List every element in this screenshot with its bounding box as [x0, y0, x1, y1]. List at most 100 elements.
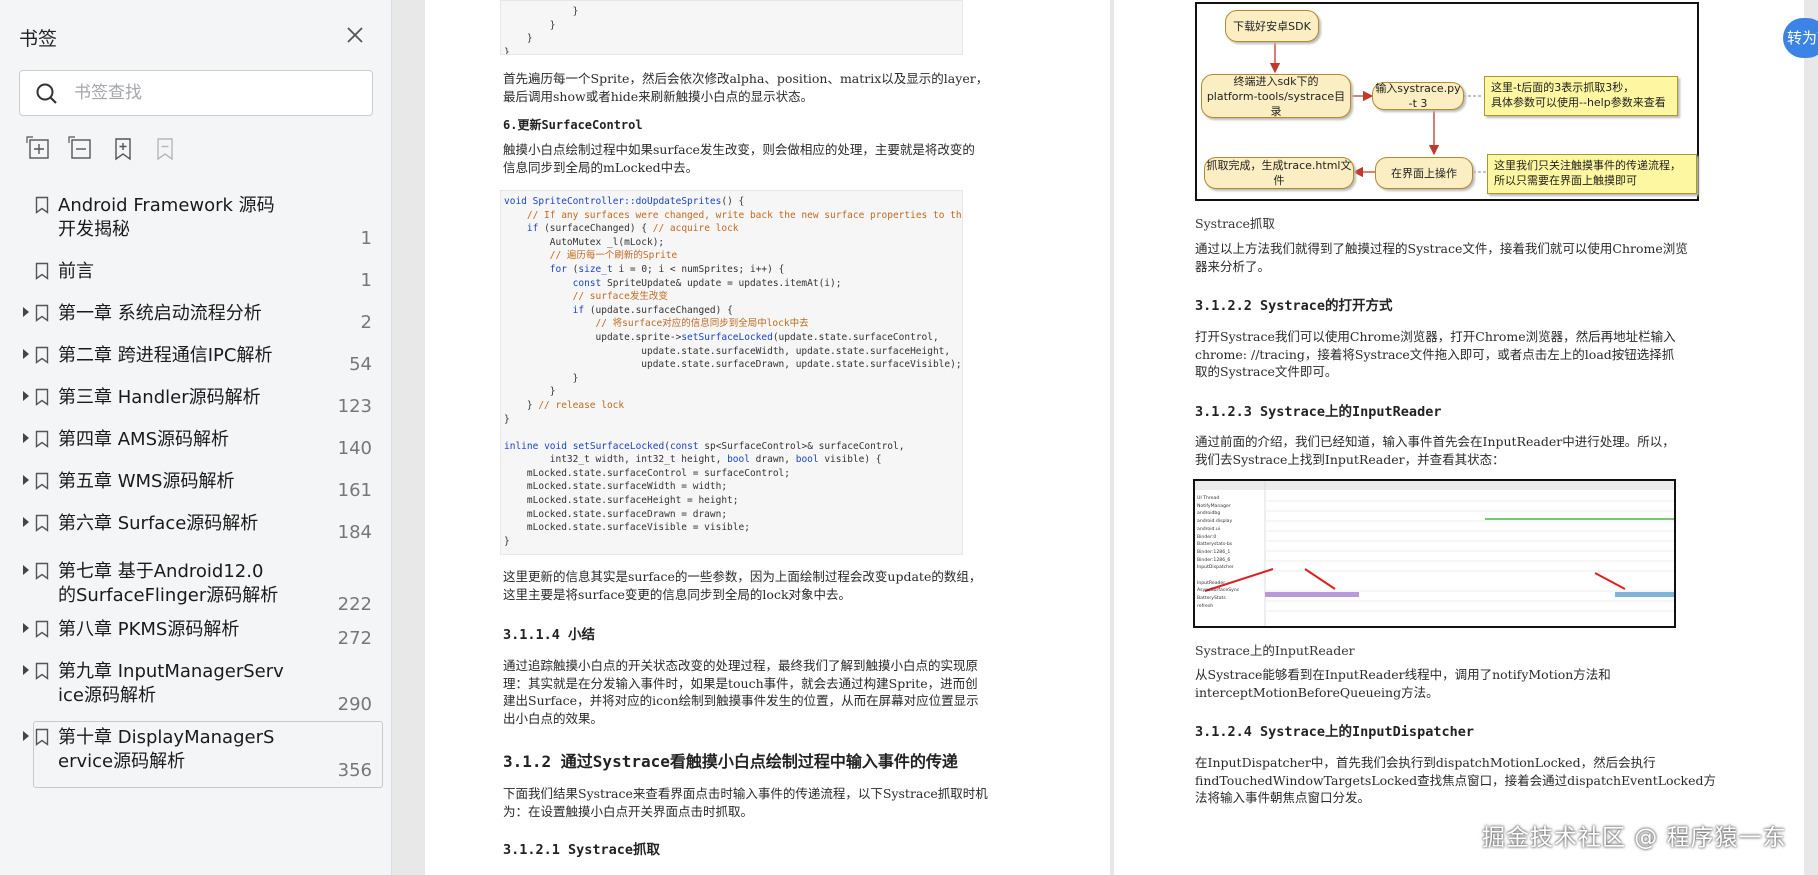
bookmark-page-number: 290 [337, 694, 372, 715]
paragraph: 打开Systrace我们可以使用Chrome浏览器，打开Chrome浏览器，然后… [1195, 329, 1676, 379]
bookmark-page-number: 123 [337, 396, 372, 417]
paragraph: 通过前面的介绍，我们已经知道，输入事件首先会在InputReader中进行处理。… [1195, 434, 1675, 467]
bookmark-search-input[interactable] [74, 80, 354, 106]
flow-note: 这里-t后面的3表示抓取3秒， 具体参数可以使用--help参数来查看 [1484, 76, 1678, 116]
remove-bookmark-icon[interactable] [152, 136, 178, 162]
trace-thread-label: android.display [1197, 519, 1233, 525]
bookmark-item[interactable]: 第四章 AMS源码解析 140 [0, 424, 392, 459]
section-heading: 3.1.2.4 Systrace上的InputDispatcher [1195, 724, 1474, 740]
bookmark-icon [35, 346, 49, 364]
bookmark-item[interactable]: 前言 1 [0, 256, 392, 291]
collapse-all-icon[interactable] [68, 136, 94, 162]
trace-thread-label: UI Thread [1197, 496, 1220, 501]
bookmark-page-number: 356 [337, 760, 372, 781]
bookmark-title: 第六章 Surface源码解析 [58, 513, 259, 534]
bookmark-title: 第一章 系统启动流程分析 [58, 303, 262, 324]
close-icon[interactable] [342, 22, 368, 48]
bookmark-icon [35, 728, 49, 746]
bookmark-icon [35, 262, 49, 280]
trace-thread-label: Binder:0 [1197, 534, 1217, 540]
bookmark-item[interactable]: 第二章 跨进程通信IPC解析 54 [0, 340, 392, 375]
bookmarks-sidebar: 书签 Android Framework 源码 开发揭秘1前言1第 [0, 0, 392, 875]
flow-node: 抓取完成，生成trace.html文件 [1204, 157, 1354, 189]
figure-caption: Systrace抓取 [1195, 216, 1275, 231]
bookmark-icon [35, 514, 49, 532]
bookmark-icon [35, 430, 49, 448]
expand-arrow-icon[interactable] [20, 563, 32, 577]
section-heading: 3.1.2.2 Systrace的打开方式 [1195, 298, 1393, 314]
bookmark-item[interactable]: 第八章 PKMS源码解析 272 [0, 614, 392, 649]
convert-to-word-button[interactable]: 转为W [1783, 18, 1818, 58]
bookmark-page-number: 140 [337, 438, 372, 459]
bookmark-icon [35, 304, 49, 322]
code-block-main: void SpriteController::doUpdateSprites()… [500, 190, 963, 555]
systrace-flowchart: 下载好安卓SDK 终端进入sdk下的 platform-tools/systra… [1195, 2, 1699, 201]
expand-arrow-icon[interactable] [20, 729, 32, 743]
bookmark-title: Android Framework 源码 开发揭秘 [58, 195, 275, 240]
bookmark-item[interactable]: 第三章 Handler源码解析 123 [0, 382, 392, 417]
paragraph: 通过追踪触摸小白点的开关状态改变的处理过程，最终我们了解到触摸小白点的实现原 理… [503, 658, 979, 726]
trace-thread-label: androidbg [1197, 511, 1221, 517]
expand-arrow-icon[interactable] [20, 663, 32, 677]
bookmark-page-number: 161 [337, 480, 372, 501]
bookmark-title: 第十章 DisplayManagerS ervice源码解析 [58, 727, 275, 772]
expand-arrow-icon[interactable] [20, 389, 32, 403]
expand-arrow-icon[interactable] [20, 621, 32, 635]
bookmark-title: 第三章 Handler源码解析 [58, 387, 261, 408]
add-bookmark-icon[interactable] [110, 136, 136, 162]
bookmark-item[interactable]: 第一章 系统启动流程分析 2 [0, 298, 392, 333]
paragraph: 首先遍历每一个Sprite，然后会依次修改alpha、position、matr… [503, 71, 989, 104]
paragraph: 触摸小白点绘制过程中如果surface发生改变，则会做相应的处理，主要就是将改变… [503, 142, 975, 175]
trace-thread-label: InputReader [1197, 580, 1226, 586]
bookmark-icon [35, 196, 49, 214]
bookmark-item[interactable]: 第九章 InputManagerServ ice源码解析 290 [0, 656, 392, 715]
trace-thread-label: InputDispatcher [1197, 565, 1234, 571]
section-heading: 3.1.2.3 Systrace上的InputReader [1195, 404, 1442, 420]
paragraph: 通过以上方法我们就得到了触摸过程的Systrace文件，接着我们就可以使用Chr… [1195, 241, 1688, 274]
bookmark-page-number: 1 [360, 228, 372, 249]
section-heading: 3.1.1.4 小结 [503, 627, 596, 643]
code-block-top: } } } } [500, 0, 963, 55]
bookmark-search-box[interactable] [19, 70, 373, 116]
bookmark-item[interactable]: 第十章 DisplayManagerS ervice源码解析 356 [0, 722, 392, 781]
bookmark-item[interactable]: Android Framework 源码 开发揭秘 1 [0, 190, 392, 249]
trace-thread-label [1197, 572, 1239, 580]
bookmark-page-number: 54 [349, 354, 372, 375]
paragraph: 从Systrace能够看到在InputReader线程中，调用了notifyMo… [1195, 667, 1611, 700]
flow-node: 终端进入sdk下的 platform-tools/systrace目录 [1201, 74, 1351, 118]
bookmark-page-number: 272 [337, 628, 372, 649]
flow-note: 这里我们只关注触摸事件的传递流程， 所以只需要在界面上触摸即可 [1487, 154, 1697, 194]
search-icon [36, 83, 57, 104]
figure-caption: Systrace上的InputReader [1195, 643, 1355, 658]
expand-arrow-icon[interactable] [20, 473, 32, 487]
expand-arrow-icon[interactable] [20, 305, 32, 319]
paragraph: 下面我们结果Systrace来查看界面点击时输入事件的传递流程，以下Systra… [503, 786, 988, 819]
bookmark-icon [35, 562, 49, 580]
bookmark-title: 第四章 AMS源码解析 [58, 429, 229, 450]
expand-all-icon[interactable] [26, 136, 52, 162]
expand-arrow-icon[interactable] [20, 347, 32, 361]
bookmark-title: 第七章 基于Android12.0 的SurfaceFlinger源码解析 [58, 561, 279, 606]
bookmark-page-number: 2 [360, 312, 372, 333]
flow-node: 在界面上操作 [1375, 157, 1473, 189]
bookmark-page-number: 184 [337, 522, 372, 543]
bookmark-title: 第八章 PKMS源码解析 [58, 619, 240, 640]
bookmark-page-number: 1 [360, 270, 372, 291]
systrace-screenshot: UI Thread NotifyManager androidbg android.d… [1193, 479, 1676, 628]
paragraph: 这里更新的信息其实是surface的一些参数，因为上面绘制过程会改变update… [503, 569, 982, 602]
bookmark-item[interactable]: 第五章 WMS源码解析 161 [0, 466, 392, 501]
trace-thread-label: BatteryStats [1197, 596, 1226, 602]
expand-arrow-icon[interactable] [20, 515, 32, 529]
trace-thread-label: Binder:1286_1 [1197, 549, 1231, 555]
trace-thread-label: AsyncSurfaceSync [1197, 588, 1240, 594]
bookmark-item[interactable]: 第七章 基于Android12.0 的SurfaceFlinger源码解析 222 [0, 556, 392, 615]
bookmark-title: 第五章 WMS源码解析 [58, 471, 235, 492]
section-heading: 3.1.2.1 Systrace抓取 [503, 842, 661, 858]
bookmark-item[interactable]: 第六章 Surface源码解析 184 [0, 508, 392, 543]
bookmark-title: 第二章 跨进程通信IPC解析 [58, 345, 273, 366]
document-page-left: } } } } 首先遍历每一个Sprite，然后会依次修改alpha、posit… [425, 0, 1110, 875]
bookmark-icon [35, 472, 49, 490]
expand-arrow-icon[interactable] [20, 431, 32, 445]
sidebar-title: 书签 [19, 28, 58, 50]
bookmark-title: 前言 [58, 261, 94, 282]
